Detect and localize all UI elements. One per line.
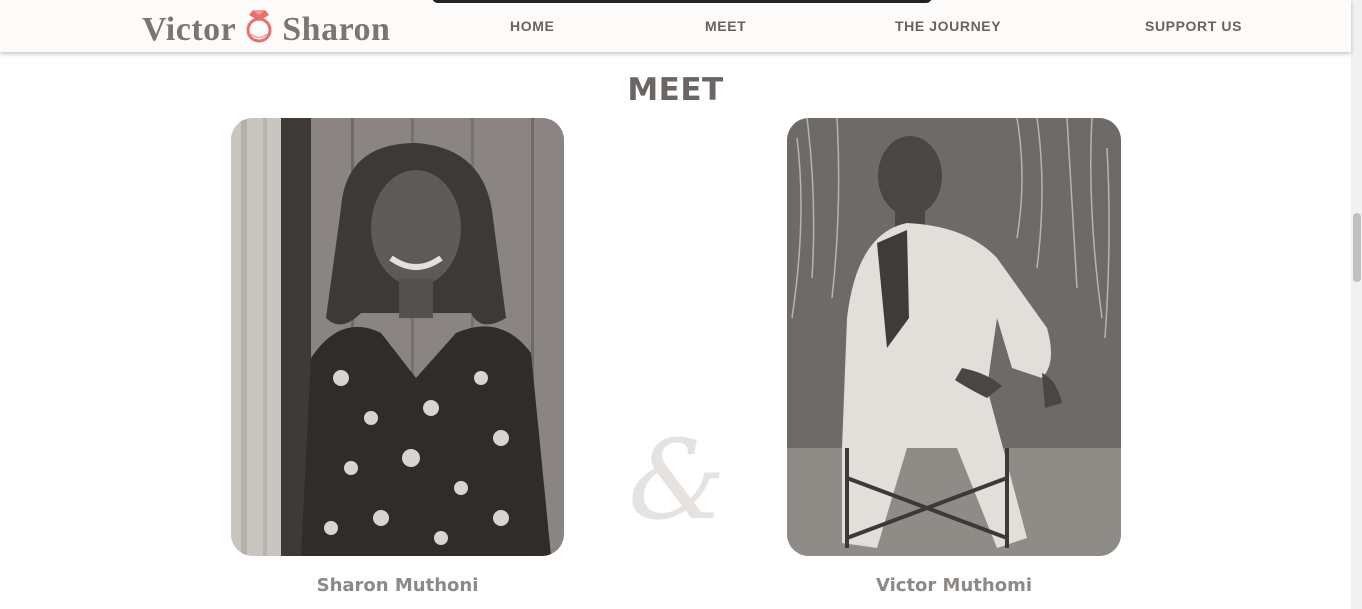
section-title: MEET <box>627 72 724 108</box>
nav-meet[interactable]: MEET <box>705 0 746 52</box>
ampersand-separator: & <box>628 416 726 544</box>
nav-support-us[interactable]: SUPPORT US <box>1145 0 1242 52</box>
top-navigation-bar: Victor Sharon HOME MEET THE JOURNEY SUPP… <box>0 0 1351 52</box>
person-name-sharon: Sharon Muthoni <box>316 575 479 596</box>
nav-home[interactable]: HOME <box>510 0 554 52</box>
ring-icon <box>242 8 276 44</box>
person-name-victor: Victor Muthomi <box>875 575 1032 596</box>
nav-the-journey[interactable]: THE JOURNEY <box>895 0 1001 52</box>
photo-sharon <box>231 118 564 556</box>
brand-name-left: Victor <box>142 11 237 48</box>
brand-name-right: Sharon <box>282 11 391 48</box>
brand-logo[interactable]: Victor Sharon <box>142 10 390 50</box>
overlay-edge <box>432 0 932 3</box>
scrollbar-track[interactable] <box>1351 0 1362 609</box>
scrollbar-thumb[interactable] <box>1353 213 1361 282</box>
photo-victor <box>787 118 1121 556</box>
